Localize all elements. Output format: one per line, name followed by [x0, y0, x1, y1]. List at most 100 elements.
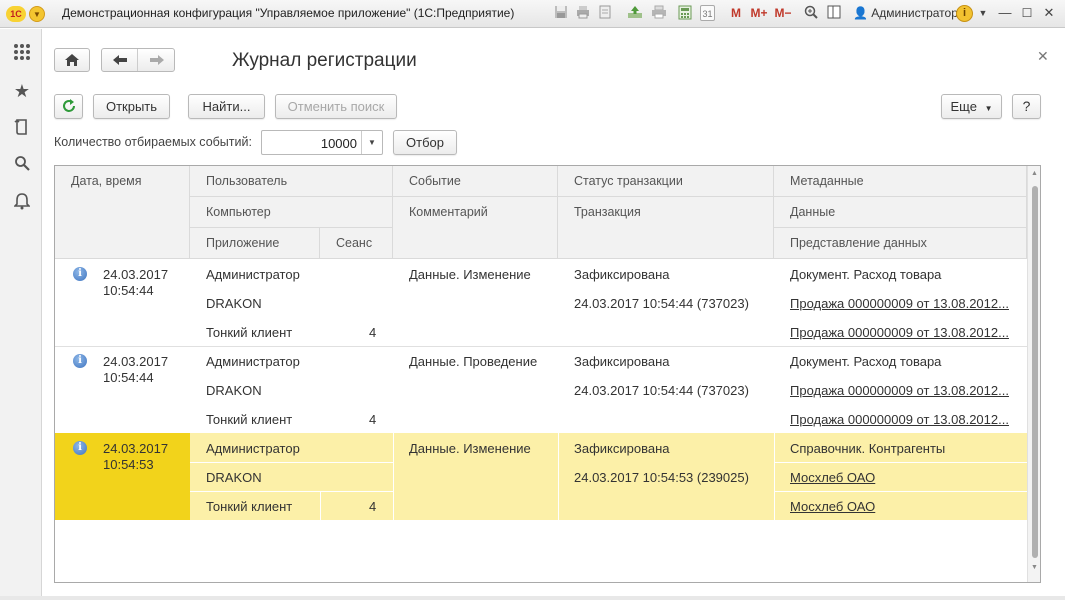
forward-button[interactable] [139, 49, 175, 71]
header-application[interactable]: Приложение [190, 228, 320, 259]
info-event-icon: i [73, 441, 87, 455]
row-data-link[interactable]: Продажа 000000009 от 13.08.2012... [774, 383, 1009, 398]
scroll-up-icon[interactable]: ▲ [1031, 170, 1038, 177]
favorites-star-icon[interactable]: ★ [12, 81, 32, 101]
close-window-button[interactable]: ✕ [1041, 5, 1057, 21]
upload-icon[interactable] [626, 5, 644, 22]
row-metadata: Документ. Расход товара [790, 354, 942, 369]
more-menu-button[interactable]: Еще ▼ [941, 94, 1002, 119]
print-icon[interactable] [575, 5, 591, 22]
table-row[interactable]: i 24.03.2017 10:54:44 Администратор DRAK… [55, 259, 1027, 346]
events-count-label: Количество отбираемых событий: [54, 135, 252, 149]
row-data-presentation-link[interactable]: Продажа 000000009 от 13.08.2012... [774, 325, 1009, 340]
header-date-time[interactable]: Дата, время [55, 166, 190, 259]
memory-m-minus-icon[interactable]: M− [773, 5, 793, 22]
row-computer: DRAKON [206, 383, 262, 398]
window-title-bar: 1С ▼ Демонстрационная конфигурация "Упра… [0, 0, 1065, 28]
row-time: 10:54:44 [103, 283, 154, 298]
subrow-divider [774, 491, 1027, 492]
row-time: 10:54:53 [103, 457, 154, 472]
row-time: 10:54:44 [103, 370, 154, 385]
header-session[interactable]: Сеанс [320, 228, 393, 259]
row-application: Тонкий клиент [206, 325, 293, 340]
header-event[interactable]: Событие [393, 166, 558, 197]
cancel-search-button[interactable]: Отменить поиск [275, 94, 397, 119]
row-status: Зафиксирована [574, 441, 670, 456]
events-count-dropdown-icon[interactable]: ▼ [361, 131, 382, 154]
header-data[interactable]: Данные [774, 197, 1027, 228]
home-button[interactable] [54, 48, 90, 72]
row-event: Данные. Изменение [409, 267, 531, 282]
close-form-icon[interactable]: ✕ [1037, 48, 1049, 65]
row-metadata: Справочник. Контрагенты [790, 441, 946, 456]
subrow-divider [190, 491, 393, 492]
save-icon[interactable] [553, 5, 569, 22]
help-button[interactable]: ? [1012, 94, 1041, 119]
row-session: 4 [369, 412, 377, 427]
header-transaction-status[interactable]: Статус транзакции [558, 166, 774, 197]
header-metadata[interactable]: Метаданные [774, 166, 1027, 197]
subrow-divider [190, 462, 393, 463]
apps-grid-icon[interactable] [12, 43, 32, 63]
row-user: Администратор [206, 354, 300, 369]
info-menu-icon[interactable]: i [956, 5, 973, 22]
zoom-icon[interactable] [803, 5, 819, 22]
row-event: Данные. Проведение [409, 354, 538, 369]
table-row-selected[interactable]: i 24.03.2017 10:54:53 Администратор DRAK… [55, 433, 1027, 520]
info-event-icon: i [73, 354, 87, 368]
calendar-icon[interactable]: 31 [700, 5, 715, 21]
row-data-presentation-link[interactable]: Продажа 000000009 от 13.08.2012... [774, 412, 1009, 427]
back-button[interactable] [102, 49, 138, 71]
user-name: Администратор [871, 6, 958, 20]
header-computer[interactable]: Компьютер [190, 197, 393, 228]
event-log-table[interactable]: Дата, время Пользователь Компьютер Прило… [54, 165, 1041, 583]
row-data-link[interactable]: Продажа 000000009 от 13.08.2012... [774, 296, 1009, 311]
row-data-link[interactable]: Мосхлеб ОАО [774, 470, 875, 485]
maximize-window-button[interactable]: ☐ [1019, 5, 1035, 21]
page-title: Журнал регистрации [232, 50, 417, 71]
events-count-value: 10000 [320, 136, 357, 151]
history-icon[interactable] [12, 118, 32, 138]
search-icon[interactable] [12, 155, 32, 175]
current-user[interactable]: 👤 Администратор [853, 6, 958, 20]
row-computer: DRAKON [206, 470, 262, 485]
find-button[interactable]: Найти... [188, 94, 265, 119]
section-sidebar: ★ [0, 29, 42, 600]
events-count-field[interactable]: 10000 ▼ [261, 130, 383, 155]
calculator-icon[interactable] [677, 5, 693, 22]
table-row[interactable]: i 24.03.2017 10:54:44 Администратор DRAK… [55, 346, 1027, 433]
row-session: 4 [369, 499, 377, 514]
info-event-icon: i [73, 267, 87, 281]
row-data-presentation-link[interactable]: Мосхлеб ОАО [774, 499, 875, 514]
header-transaction[interactable]: Транзакция [558, 197, 774, 259]
row-transaction: 24.03.2017 10:54:44 (737023) [574, 383, 749, 398]
preview-icon[interactable] [597, 5, 613, 22]
header-comment[interactable]: Комментарий [393, 197, 558, 259]
filter-button[interactable]: Отбор [393, 130, 457, 155]
row-date: 24.03.2017 [103, 354, 169, 369]
printer-icon[interactable] [650, 5, 668, 22]
main-menu-button[interactable]: ▼ [29, 6, 45, 22]
row-user: Администратор [206, 441, 300, 456]
info-dropdown-icon[interactable]: ▼ [975, 5, 991, 21]
subrow-divider [774, 462, 1027, 463]
open-button[interactable]: Открыть [93, 94, 170, 119]
memory-m-icon[interactable]: M [729, 5, 743, 22]
panels-icon[interactable] [826, 5, 842, 22]
scroll-down-icon[interactable]: ▼ [1031, 564, 1038, 571]
header-user[interactable]: Пользователь [190, 166, 393, 197]
refresh-button[interactable] [54, 94, 83, 119]
row-status: Зафиксирована [574, 267, 670, 282]
memory-m-plus-icon[interactable]: M+ [749, 5, 769, 22]
header-data-presentation[interactable]: Представление данных [774, 228, 1027, 259]
row-metadata: Документ. Расход товара [790, 267, 942, 282]
vertical-scrollbar[interactable]: ▲ ▼ [1027, 166, 1040, 582]
row-transaction: 24.03.2017 10:54:44 (737023) [574, 296, 749, 311]
row-date: 24.03.2017 [103, 441, 169, 456]
window-title: Демонстрационная конфигурация "Управляем… [62, 6, 515, 20]
minimize-window-button[interactable]: — [997, 5, 1013, 21]
notifications-bell-icon[interactable] [12, 192, 32, 212]
row-computer: DRAKON [206, 296, 262, 311]
row-date: 24.03.2017 [103, 267, 169, 282]
scrollbar-thumb[interactable] [1032, 186, 1038, 558]
